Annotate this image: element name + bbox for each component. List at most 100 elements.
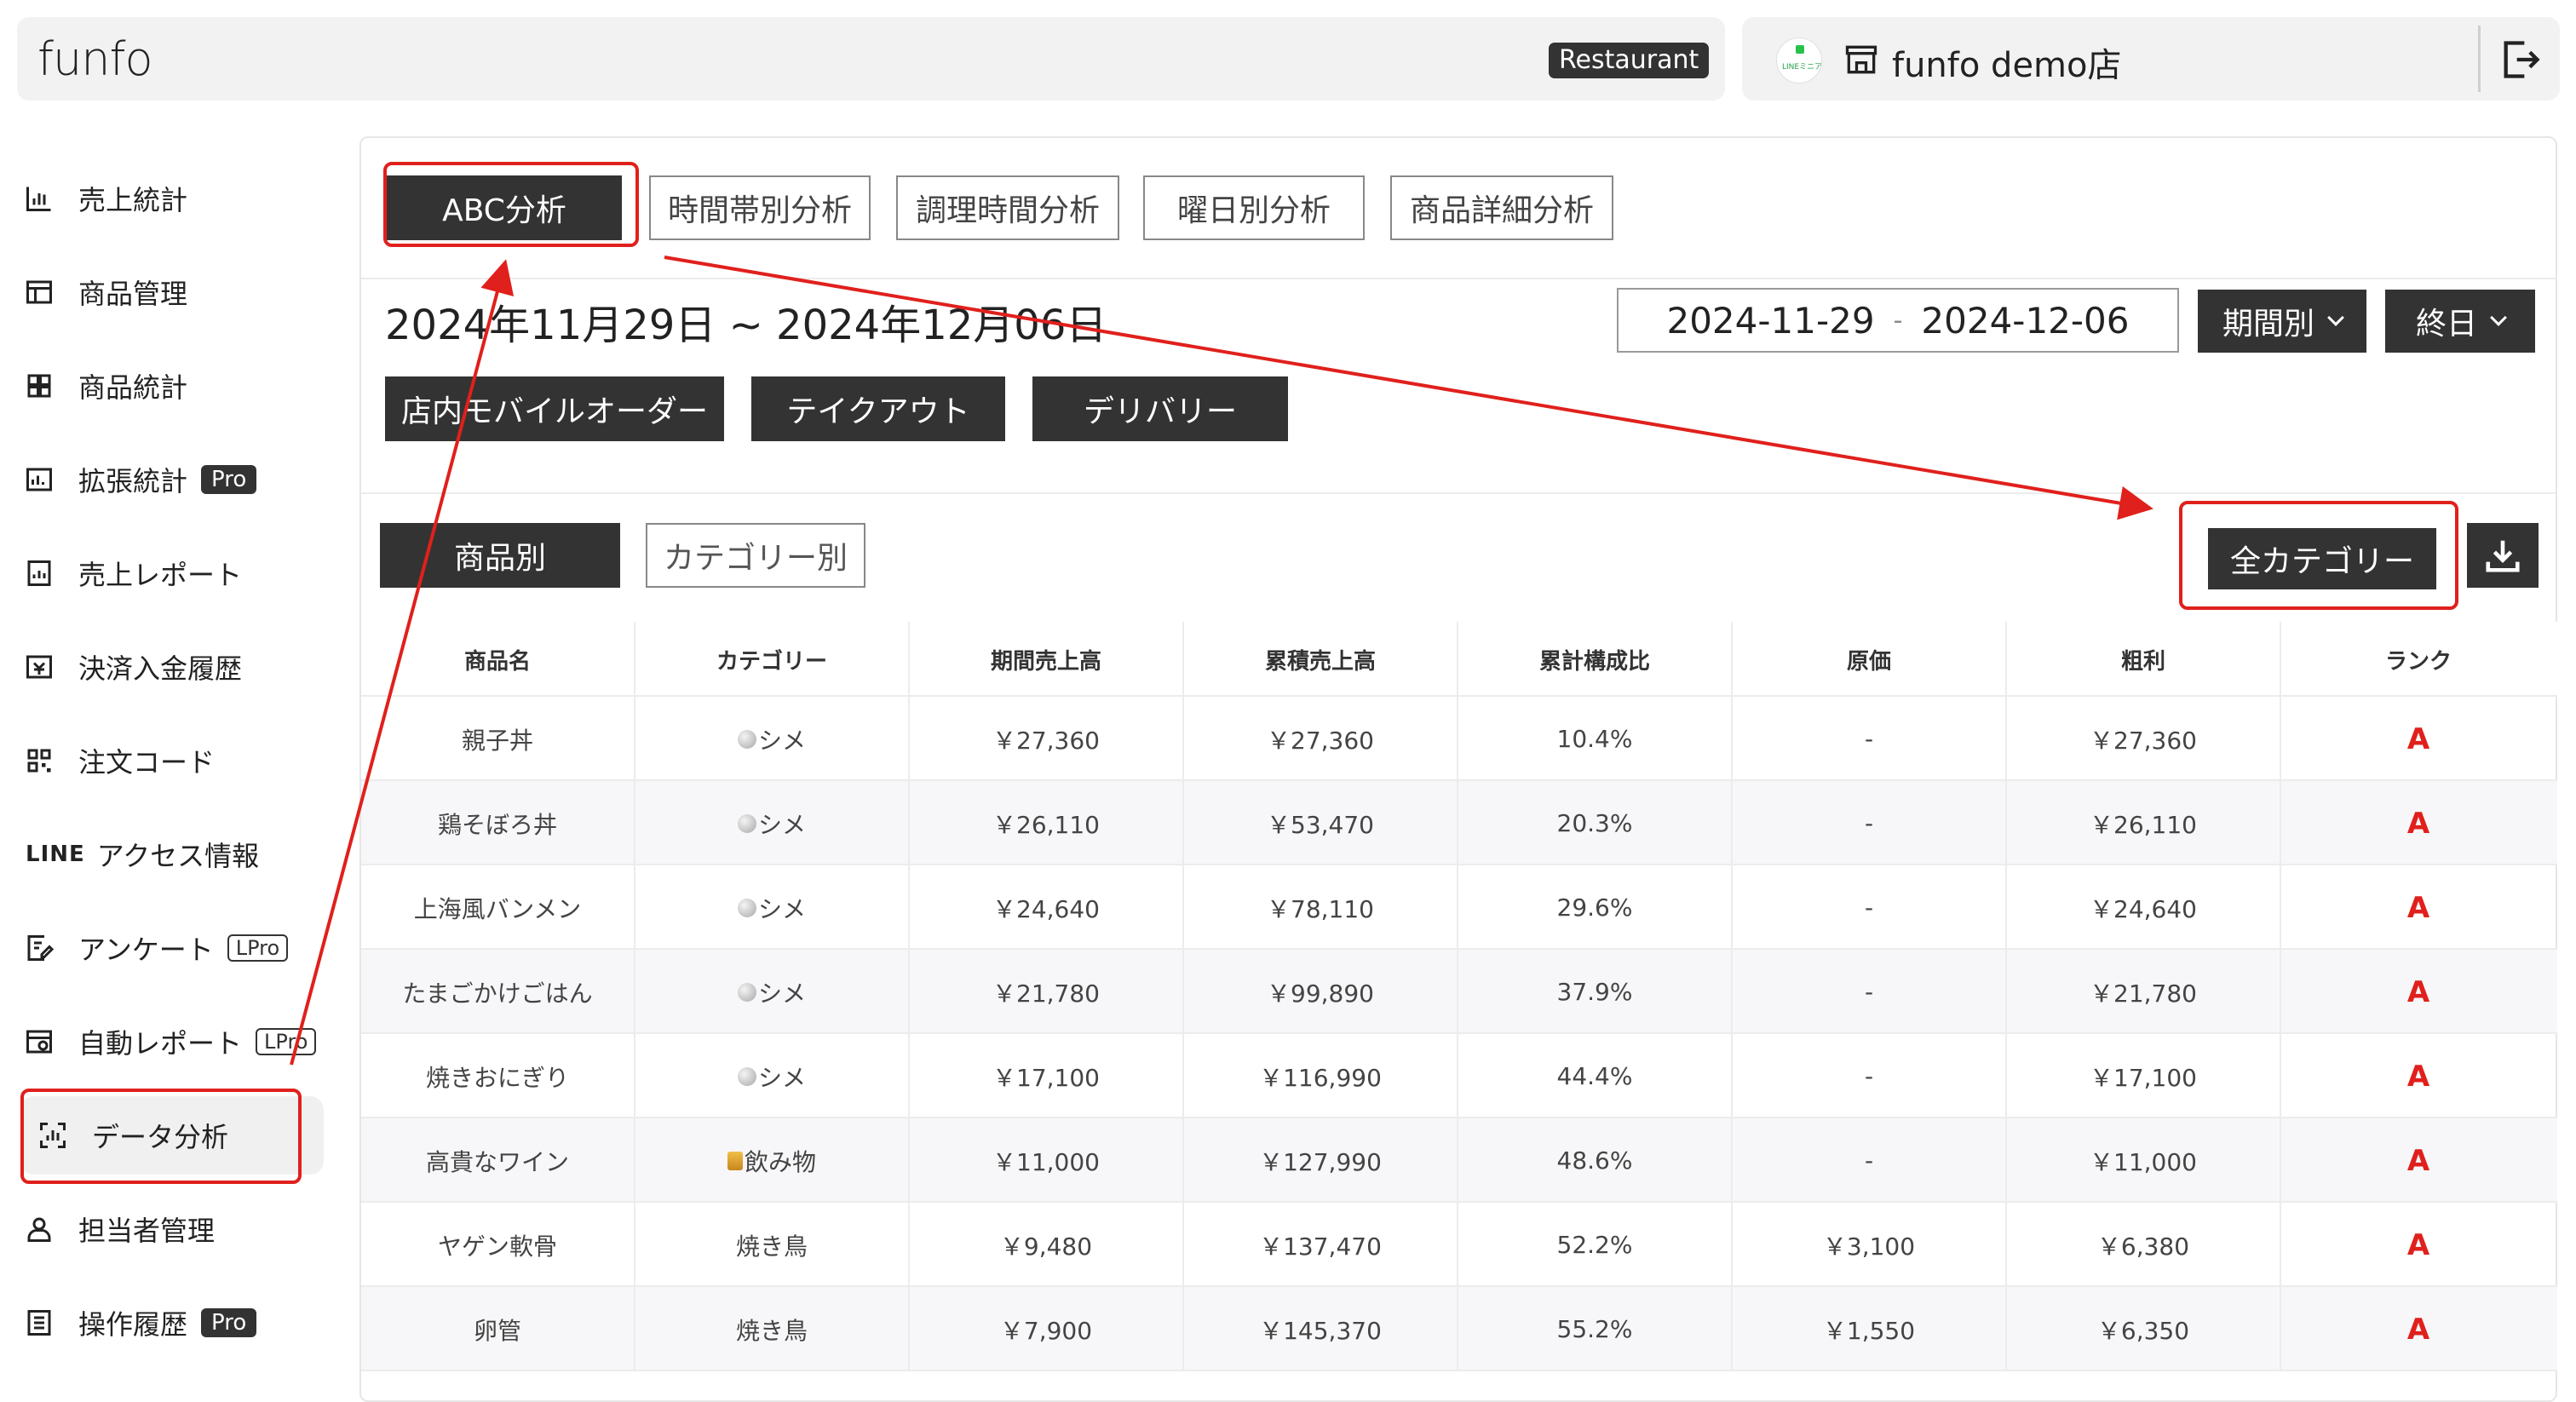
cell-cumulative-sales: ￥78,110 xyxy=(1184,865,1458,950)
table-row[interactable]: 親子丼 シメ ￥27,360 ￥27,360 10.4% - ￥27,360 A xyxy=(361,697,2557,781)
sidebar-item-history[interactable]: 操作履歴 Pro xyxy=(24,1299,257,1347)
sidebar-item-label: 自動レポート xyxy=(78,1027,243,1060)
cell-cumulative-sales: ￥137,470 xyxy=(1184,1203,1458,1287)
cell-gross-profit: ￥6,380 xyxy=(2007,1203,2281,1287)
store-logo-text: LINEミニアプリ xyxy=(1782,63,1822,72)
sidebar-item-payment-history[interactable]: 決済入金履歴 xyxy=(24,643,242,691)
table-row[interactable]: ヤゲン軟骨 焼き鳥 ￥9,480 ￥137,470 52.2% ￥3,100 ￥6,380 A xyxy=(361,1203,2557,1287)
sidebar-item-sales-stats[interactable]: 売上統計 xyxy=(24,175,187,222)
cell-cumulative-sales-text: ￥116,990 xyxy=(1259,1063,1382,1092)
rice-icon xyxy=(737,729,756,749)
cell-category: シメ xyxy=(635,950,910,1034)
cell-cost-text: ￥3,100 xyxy=(1822,1232,1916,1261)
store-name[interactable]: funfo demo店 xyxy=(1892,37,2122,87)
period-select[interactable]: 期間別 xyxy=(2198,290,2366,353)
download-button[interactable] xyxy=(2467,523,2539,588)
cell-period-sales-text: ￥11,000 xyxy=(992,1147,1100,1176)
cell-cumulative-sales: ￥27,360 xyxy=(1184,697,1458,781)
sidebar-item-auto-report[interactable]: 自動レポート LPro xyxy=(24,1018,317,1066)
cell-product-name-text: 高貴なワイン xyxy=(425,1147,569,1176)
view-by-product-button[interactable]: 商品別 xyxy=(380,523,620,588)
cell-cost: ￥1,550 xyxy=(1733,1287,2007,1371)
date-range-picker[interactable]: 2024-11-29 - 2024-12-06 xyxy=(1617,288,2179,353)
sidebar-item-extended-stats[interactable]: 拡張統計 Pro xyxy=(24,456,257,503)
column-header[interactable]: 累計構成比 xyxy=(1458,622,1733,697)
sidebar-item-sales-report[interactable]: 売上レポート xyxy=(24,549,242,597)
table-row[interactable]: 高貴なワイン 飲み物 ￥11,000 ￥127,990 48.6% - ￥11,000 A xyxy=(361,1118,2557,1203)
cell-gross-profit-text: ￥21,780 xyxy=(2090,979,2197,1008)
table-row[interactable]: たまごかけごはん シメ ￥21,780 ￥99,890 37.9% - ￥21,780 A xyxy=(361,950,2557,1034)
sidebar-item-product-management[interactable]: 商品管理 xyxy=(24,268,187,316)
tab-time-analysis[interactable]: 時間帯別分析 xyxy=(649,175,871,240)
column-header[interactable]: 商品名 xyxy=(361,622,635,697)
store-bar: LINEミニアプリ funfo demo店 xyxy=(1742,17,2560,101)
chevron-down-icon xyxy=(2327,309,2344,326)
cell-cumulative-ratio-text: 29.6% xyxy=(1556,893,1633,922)
cell-product-name: 高貴なワイン xyxy=(361,1118,635,1203)
sidebar-item-product-stats[interactable]: 商品統計 xyxy=(24,362,187,410)
table-row[interactable]: 卵管 焼き鳥 ￥7,900 ￥145,370 55.2% ￥1,550 ￥6,350 A xyxy=(361,1287,2557,1371)
order-type-mobile-button[interactable]: 店内モバイルオーダー xyxy=(385,376,724,441)
column-header[interactable]: 粗利 xyxy=(2007,622,2281,697)
store-icon xyxy=(1845,45,1877,74)
tab-product-detail-analysis[interactable]: 商品詳細分析 xyxy=(1390,175,1613,240)
cell-cumulative-sales: ￥145,370 xyxy=(1184,1287,1458,1371)
order-type-delivery-button[interactable]: デリバリー xyxy=(1032,376,1288,441)
cell-rank: A xyxy=(2281,865,2556,950)
cell-gross-profit-text: ￥17,100 xyxy=(2090,1063,2197,1092)
sidebar-item-label: アクセス情報 xyxy=(96,840,260,872)
cell-cost: - xyxy=(1733,1118,2007,1203)
column-header[interactable]: カテゴリー xyxy=(635,622,910,697)
cell-rank: A xyxy=(2281,1034,2556,1118)
cell-category-text: 焼き鳥 xyxy=(735,1232,808,1261)
report-icon xyxy=(27,560,51,586)
cell-product-name: 上海風バンメン xyxy=(361,865,635,950)
cell-period-sales-text: ￥9,480 xyxy=(999,1232,1093,1261)
cell-product-name-text: 卵管 xyxy=(473,1316,521,1345)
rice-icon xyxy=(737,898,756,917)
sidebar-item-staff[interactable]: 担当者管理 xyxy=(24,1205,215,1253)
table-row[interactable]: 焼きおにぎり シメ ￥17,100 ￥116,990 44.4% - ￥17,100 A xyxy=(361,1034,2557,1118)
column-header[interactable]: 累積売上高 xyxy=(1184,622,1458,697)
table-header: 商品名 カテゴリー 期間売上高 累積売上高 累計構成比 原価 粗利 ランク xyxy=(361,622,2557,697)
cell-gross-profit: ￥24,640 xyxy=(2007,865,2281,950)
cell-cumulative-ratio-text: 48.6% xyxy=(1556,1146,1633,1175)
cell-product-name-text: 親子丼 xyxy=(461,726,533,755)
column-header[interactable]: 期間売上高 xyxy=(910,622,1184,697)
cell-cumulative-sales: ￥99,890 xyxy=(1184,950,1458,1034)
cell-category: 焼き鳥 xyxy=(635,1287,910,1371)
cell-product-name: 鶏そぼろ丼 xyxy=(361,781,635,865)
column-header[interactable]: ランク xyxy=(2281,622,2556,697)
cell-product-name-text: 上海風バンメン xyxy=(413,894,582,923)
cell-cumulative-ratio: 55.2% xyxy=(1458,1287,1733,1371)
cell-gross-profit: ￥17,100 xyxy=(2007,1034,2281,1118)
cell-gross-profit: ￥21,780 xyxy=(2007,950,2281,1034)
order-type-takeout-button[interactable]: テイクアウト xyxy=(751,376,1005,441)
cell-period-sales-text: ￥27,360 xyxy=(992,726,1100,755)
sidebar-item-label: 売上レポート xyxy=(78,559,243,591)
time-select[interactable]: 終日 xyxy=(2385,290,2535,353)
sidebar-item-label: 拡張統計 xyxy=(78,465,188,497)
tab-weekday-analysis[interactable]: 曜日別分析 xyxy=(1143,175,1365,240)
drink-icon xyxy=(727,1151,743,1170)
rice-icon xyxy=(737,1066,756,1086)
divider xyxy=(361,278,2556,279)
sidebar-item-line-access[interactable]: LINE アクセス情報 xyxy=(26,830,259,878)
cell-rank: A xyxy=(2281,1287,2556,1371)
table-row[interactable]: 上海風バンメン シメ ￥24,640 ￥78,110 29.6% - ￥24,640 A xyxy=(361,865,2557,950)
cell-category: シメ xyxy=(635,697,910,781)
cell-cumulative-ratio-text: 44.4% xyxy=(1556,1062,1633,1090)
tab-cooking-time-analysis[interactable]: 調理時間分析 xyxy=(896,175,1119,240)
logout-icon[interactable] xyxy=(2498,37,2543,82)
sidebar-item-order-code[interactable]: 注文コード xyxy=(24,737,215,784)
sidebar-item-survey[interactable]: アンケート LPro xyxy=(24,924,289,972)
table-row[interactable]: 鶏そぼろ丼 シメ ￥26,110 ￥53,470 20.3% - ￥26,110 A xyxy=(361,781,2557,865)
column-header[interactable]: 原価 xyxy=(1733,622,2007,697)
sidebar-item-label: 操作履歴 xyxy=(78,1308,188,1341)
cell-rank: A xyxy=(2281,1118,2556,1203)
extended-chart-icon xyxy=(26,468,52,491)
cell-gross-profit-text: ￥11,000 xyxy=(2090,1147,2197,1176)
cell-cumulative-sales-text: ￥53,470 xyxy=(1267,810,1374,839)
view-by-category-button[interactable]: カテゴリー別 xyxy=(646,523,865,588)
cell-cost: - xyxy=(1733,865,2007,950)
